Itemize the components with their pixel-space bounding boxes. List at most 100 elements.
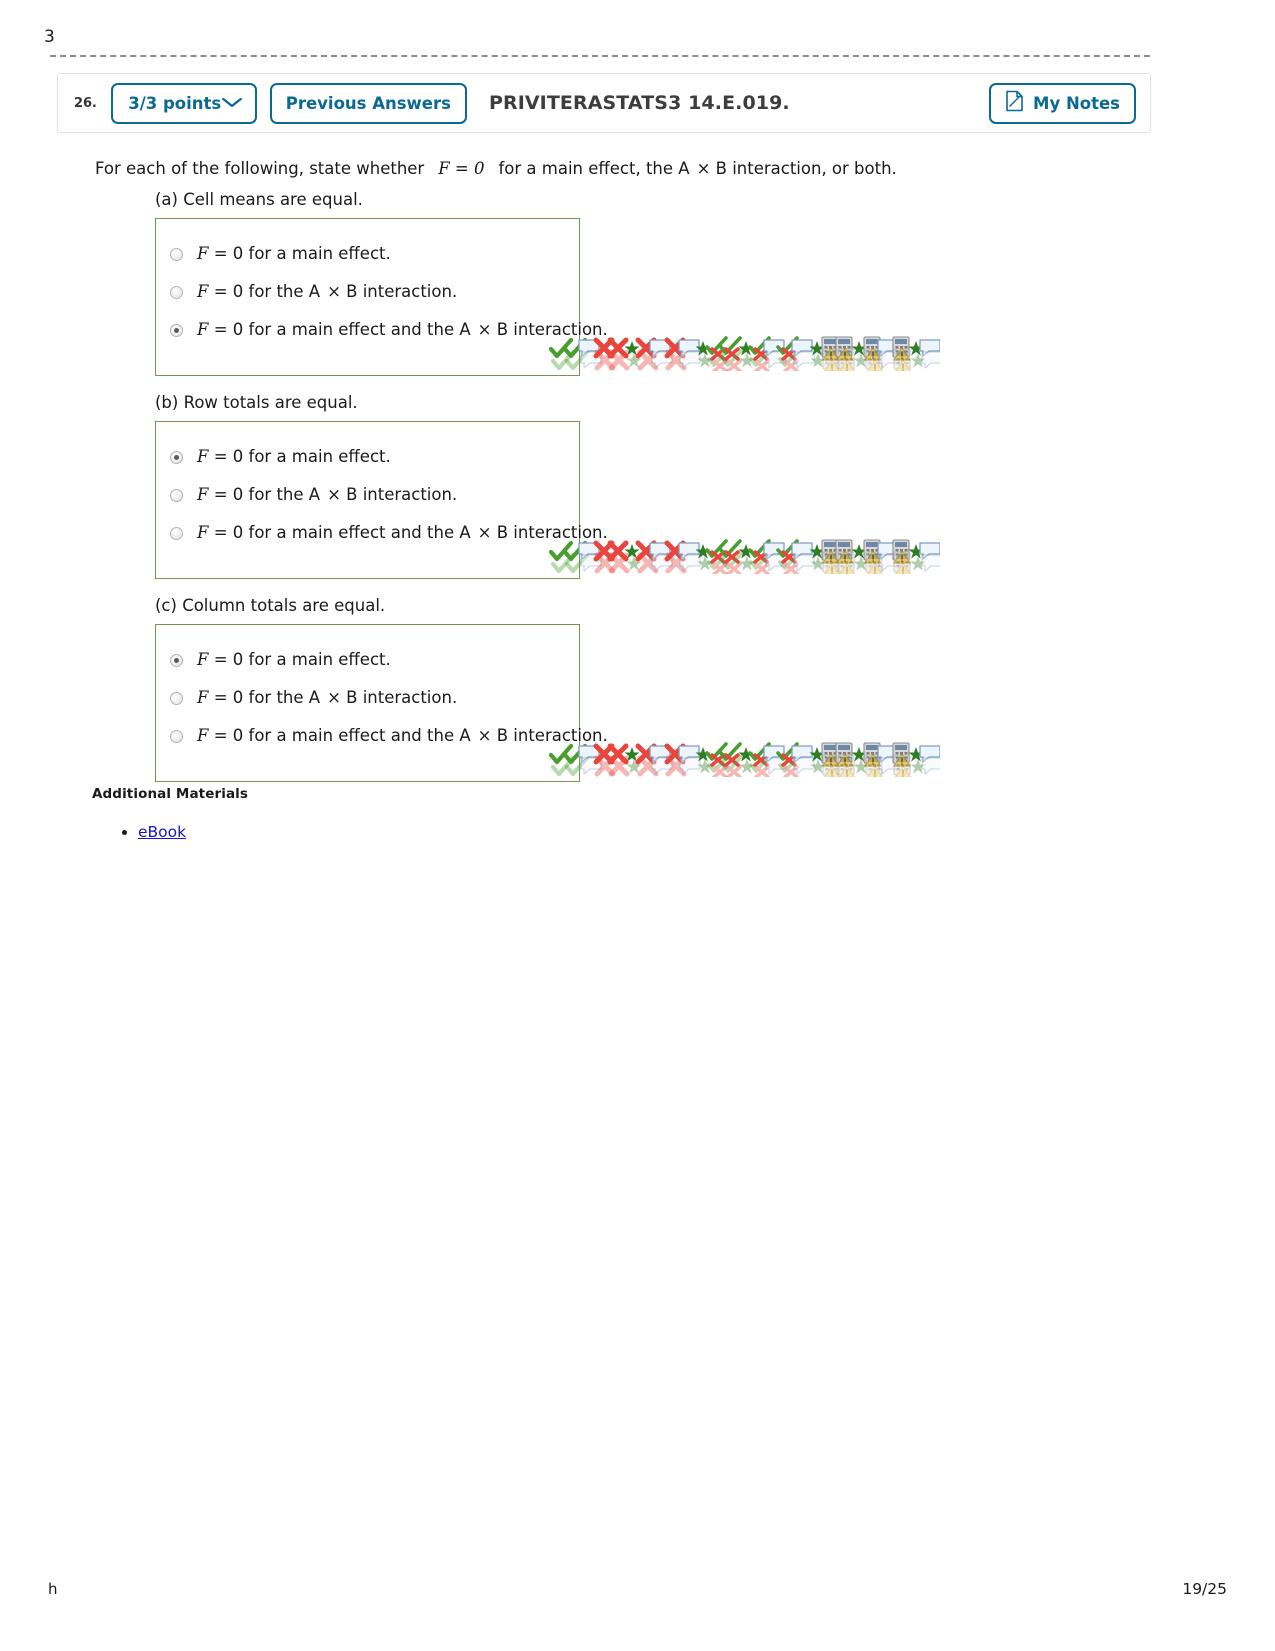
cross-mark-icon bbox=[592, 347, 618, 371]
radio-button-both[interactable] bbox=[170, 323, 183, 337]
radio-option-row[interactable]: F = 0 for a main effect. bbox=[156, 235, 579, 273]
radio-option-row[interactable]: F = 0 for the A × B interaction. bbox=[156, 476, 579, 514]
cross-mark-icon bbox=[662, 335, 688, 361]
speech-bubble-icon bbox=[649, 753, 675, 777]
check-cross-icon bbox=[706, 753, 732, 777]
speech-bubble-icon bbox=[676, 741, 702, 767]
calculator-warning-icon bbox=[889, 335, 915, 361]
radio-button-interaction[interactable] bbox=[170, 691, 183, 705]
calculator-warning-icon bbox=[819, 347, 845, 371]
check-cross-icon bbox=[747, 538, 773, 564]
star-icon bbox=[733, 741, 759, 767]
calculator-warning-icon bbox=[862, 347, 888, 371]
cross-mark-icon bbox=[633, 741, 659, 767]
speech-bubble-icon bbox=[763, 550, 789, 574]
radio-button-interaction[interactable] bbox=[170, 488, 183, 502]
prompt-lead: For each of the following, state whether bbox=[95, 159, 425, 178]
speech-bubble-icon bbox=[917, 741, 940, 767]
star-icon bbox=[692, 753, 718, 777]
check-cross-icon bbox=[775, 538, 801, 564]
radio-option-label: F = 0 for a main effect. bbox=[197, 447, 391, 467]
points-dropdown-button[interactable]: 3/3 points bbox=[110, 82, 257, 124]
prompt-math: F = 0 bbox=[438, 159, 485, 178]
check-cross-icon bbox=[706, 347, 732, 371]
times-symbol: × bbox=[327, 485, 341, 504]
my-notes-button[interactable]: My Notes bbox=[989, 82, 1136, 124]
option-text-tail: B interaction. bbox=[346, 282, 458, 301]
star-icon bbox=[903, 741, 929, 767]
option-text-body: = 0 for the A bbox=[213, 282, 321, 301]
radio-button-both[interactable] bbox=[170, 729, 183, 743]
radio-option-label: F = 0 for a main effect. bbox=[197, 244, 391, 264]
calculator-warning-icon bbox=[819, 550, 845, 574]
radio-option-row[interactable]: F = 0 for the A × B interaction. bbox=[156, 273, 579, 311]
footer-clipped-text: h bbox=[48, 1580, 58, 1598]
check-cross-icon bbox=[748, 753, 774, 777]
previous-answers-button[interactable]: Previous Answers bbox=[269, 82, 467, 124]
option-text-tail: B interaction. bbox=[346, 485, 458, 504]
speech-bubble-icon bbox=[919, 550, 940, 574]
radio-option-row[interactable]: F = 0 for the A × B interaction. bbox=[156, 679, 579, 717]
calculator-warning-icon bbox=[890, 347, 916, 371]
page-divider bbox=[50, 55, 1150, 57]
option-text-body: = 0 for a main effect. bbox=[213, 447, 391, 466]
additional-materials-title: Additional Materials bbox=[92, 786, 249, 802]
subquestion-label: (b) Row totals are equal. bbox=[155, 393, 358, 412]
star-icon bbox=[621, 550, 647, 574]
cross-mark-icon bbox=[605, 335, 631, 361]
option-text-tail: B interaction. bbox=[496, 726, 608, 745]
times-symbol: × bbox=[477, 523, 492, 542]
times-symbol: × bbox=[327, 688, 341, 707]
check-cross-icon bbox=[748, 347, 774, 371]
times-symbol: × bbox=[327, 282, 341, 301]
speech-bubble-icon bbox=[876, 347, 902, 371]
star-icon bbox=[734, 347, 760, 371]
calculator-warning-icon bbox=[834, 550, 860, 574]
star-icon bbox=[690, 335, 716, 361]
star-icon bbox=[692, 347, 718, 371]
calculator-warning-icon bbox=[834, 347, 860, 371]
check-cross-icon bbox=[777, 753, 803, 777]
radio-button-interaction[interactable] bbox=[170, 285, 183, 299]
radio-option-row[interactable]: F = 0 for a main effect. bbox=[156, 438, 579, 476]
check-cross-icon bbox=[704, 741, 730, 767]
speech-bubble-icon bbox=[677, 550, 703, 574]
cross-mark-icon bbox=[662, 538, 688, 564]
check-cross-icon bbox=[718, 538, 744, 564]
radio-option-row[interactable]: F = 0 for a main effect and the A × B int… bbox=[156, 514, 608, 552]
option-math-var: F bbox=[197, 320, 209, 339]
radio-option-row[interactable]: F = 0 for a main effect and the A × B int… bbox=[156, 717, 608, 755]
speech-bubble-icon bbox=[761, 741, 787, 767]
star-icon bbox=[805, 347, 831, 371]
cross-mark-icon bbox=[633, 335, 659, 361]
check-cross-icon bbox=[775, 335, 801, 361]
option-text-body: = 0 for a main effect. bbox=[213, 650, 391, 669]
option-math-var: F bbox=[197, 485, 209, 504]
check-cross-icon bbox=[720, 753, 746, 777]
speech-bubble-icon bbox=[647, 335, 673, 361]
ebook-link[interactable]: eBook bbox=[138, 823, 186, 841]
cross-mark-icon bbox=[592, 753, 618, 777]
speech-bubble-icon bbox=[647, 741, 673, 767]
radio-button-main-effect[interactable] bbox=[170, 450, 183, 464]
option-text-body: = 0 for a main effect and the A bbox=[213, 523, 471, 542]
list-item: eBook bbox=[138, 820, 186, 844]
star-icon bbox=[848, 347, 874, 371]
radio-option-label: F = 0 for the A × B interaction. bbox=[197, 688, 457, 708]
option-math-var: F bbox=[197, 244, 209, 263]
subquestion-label: (a) Cell means are equal. bbox=[155, 190, 363, 209]
radio-option-row[interactable]: F = 0 for a main effect and the A × B int… bbox=[156, 311, 608, 349]
option-text-body: = 0 for the A bbox=[213, 485, 321, 504]
radio-button-both[interactable] bbox=[170, 526, 183, 540]
cross-mark-icon bbox=[635, 550, 661, 574]
speech-bubble-icon bbox=[578, 753, 604, 777]
radio-option-row[interactable]: F = 0 for a main effect. bbox=[156, 641, 579, 679]
speech-bubble-icon bbox=[763, 347, 789, 371]
calculator-warning-icon bbox=[818, 335, 844, 361]
option-text-body: = 0 for the A bbox=[213, 688, 321, 707]
radio-button-main-effect[interactable] bbox=[170, 247, 183, 261]
cross-mark-icon bbox=[606, 753, 632, 777]
option-math-var: F bbox=[197, 282, 209, 301]
star-icon bbox=[846, 335, 872, 361]
radio-button-main-effect[interactable] bbox=[170, 653, 183, 667]
